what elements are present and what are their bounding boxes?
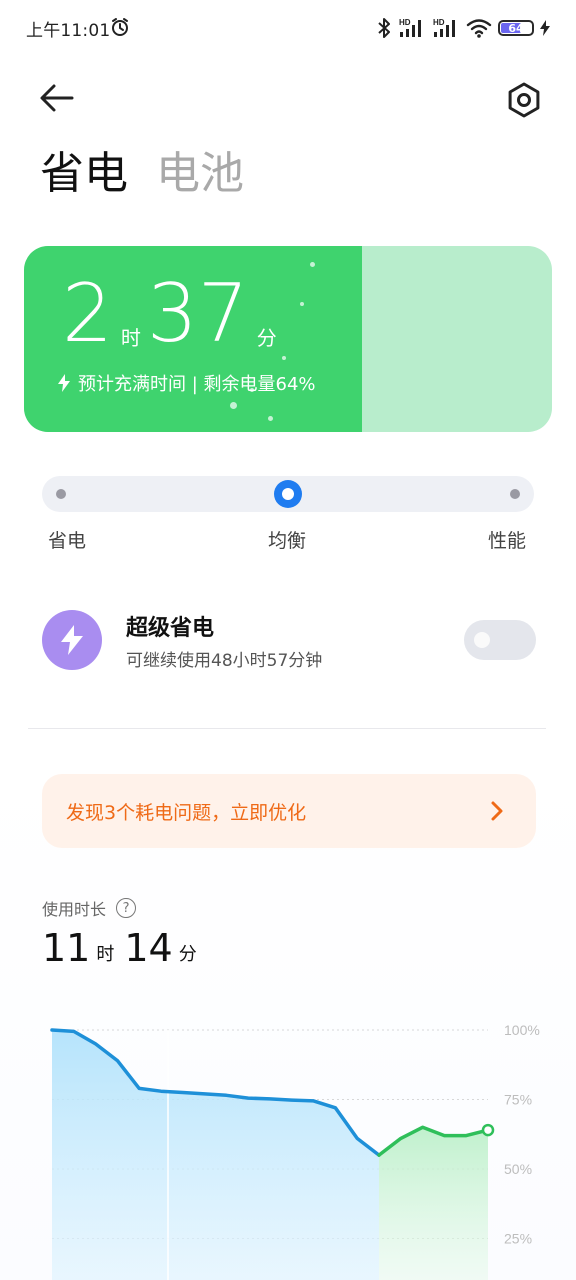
usage-duration-label-row: 使用时长 ? [42,896,137,920]
bubble-dot [310,262,315,267]
charge-time-remaining: 2 时 37 分 [62,274,283,354]
status-bar: 上午11:01 HD HD 64 [0,0,576,56]
gear-icon[interactable] [504,80,544,120]
battery-saver-screen: 上午11:01 HD HD 64 省电 电池 2 时 37 分 预计充满时间 |… [0,0,576,1280]
charge-hours: 2 [62,267,113,360]
y-tick-label: 100% [504,1022,540,1038]
performance-mode-slider[interactable] [42,476,534,512]
chevron-right-icon [491,801,503,821]
battery-icon: 64 [498,20,534,36]
title-tabs: 省电 电池 [40,146,244,202]
ultra-save-title: 超级省电 [126,616,215,641]
charge-subtitle-row: 预计充满时间 | 剩余电量64% [58,370,316,396]
mode-slider-thumb[interactable] [274,480,302,508]
svg-text:HD: HD [433,18,445,27]
toggle-knob [474,632,490,648]
charge-area [379,1127,488,1280]
bluetooth-icon [378,18,390,38]
charge-hours-unit: 时 [120,326,141,350]
charge-minutes: 37 [146,267,249,360]
usage-minutes: 14 [124,926,173,970]
wifi-icon [466,19,492,38]
y-tick-label: 25% [504,1231,532,1247]
battery-level-chart: 100% 75% 50% 25% [50,1022,540,1280]
mode-label-balanced[interactable]: 均衡 [268,526,306,553]
alarm-icon [112,18,128,36]
y-tick-label: 50% [504,1161,532,1177]
section-divider [28,728,546,729]
mode-thumb-inner [282,488,294,500]
back-arrow-icon[interactable] [36,80,76,116]
ultra-save-toggle[interactable] [464,620,536,660]
signal-hd-icon: HD [399,18,421,37]
status-icons: HD HD 64 [376,14,550,42]
bubble-dot [300,302,304,306]
status-time: 上午11:01 [26,21,111,41]
usage-minutes-unit: 分 [178,944,197,965]
tab-battery[interactable]: 电池 [156,146,244,202]
usage-hours-unit: 时 [96,944,115,965]
lightning-icon [42,610,102,670]
optimize-banner-text: 发现3个耗电问题，立即优化 [66,802,307,824]
mode-label-performance[interactable]: 性能 [488,526,526,553]
svg-text:HD: HD [399,18,411,27]
ultra-save-subtitle: 可继续使用48小时57分钟 [126,651,323,671]
lightning-icon [58,374,70,392]
optimize-banner[interactable]: 发现3个耗电问题，立即优化 [42,774,536,848]
charging-bolt-icon [540,20,550,36]
charge-subtitle: 预计充满时间 | 剩余电量64% [78,374,316,395]
discharge-area [52,1030,379,1280]
ultra-power-saving-row[interactable]: 超级省电 可继续使用48小时57分钟 [42,608,536,672]
usage-hours: 11 [42,926,91,970]
charge-minutes-unit: 分 [256,326,277,350]
chart-y-ticks: 100% 75% 50% 25% [504,1022,540,1247]
charge-status-card: 2 时 37 分 预计充满时间 | 剩余电量64% [24,246,552,432]
usage-duration-label: 使用时长 [42,900,107,919]
mode-dot-power-saving[interactable] [56,489,66,499]
battery-level: 64 [508,21,524,35]
help-icon[interactable]: ? [116,898,137,918]
mode-label-power-saving[interactable]: 省电 [48,526,86,553]
signal-hd-icon-2: HD [433,18,455,37]
y-tick-label: 75% [504,1092,532,1108]
chart-areas [52,1030,488,1280]
bubble-dot [230,402,237,409]
usage-duration-value: 11 时 14 分 [42,924,207,972]
mode-dot-performance[interactable] [510,489,520,499]
bubble-dot [282,356,286,360]
current-level-point [481,1123,495,1137]
bubble-dot [268,416,273,421]
tab-power-saving[interactable]: 省电 [40,146,128,202]
